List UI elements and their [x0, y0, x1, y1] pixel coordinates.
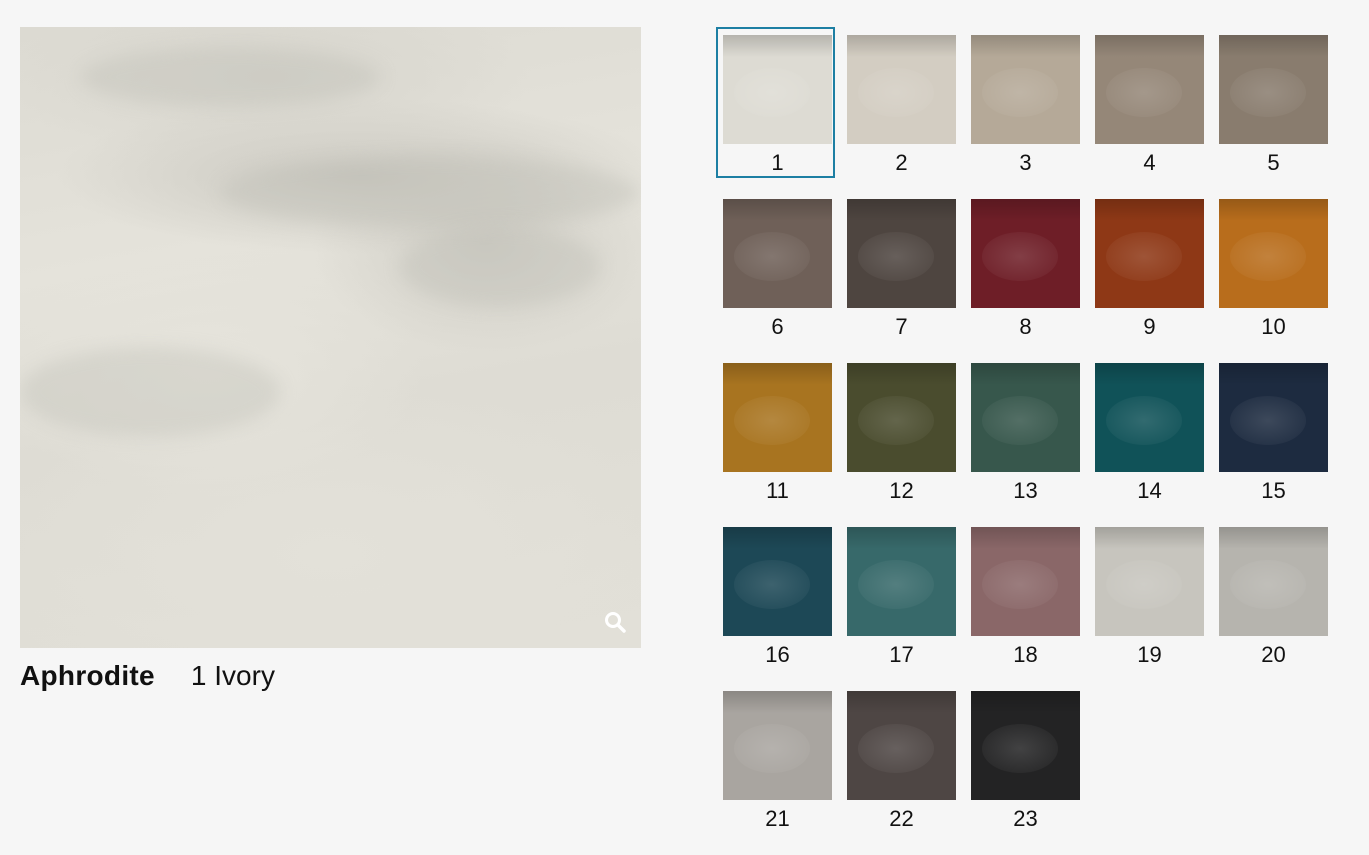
swatch-chip [1219, 199, 1328, 308]
color-swatch[interactable]: 11 [723, 363, 832, 527]
color-swatch[interactable]: 22 [847, 691, 956, 855]
swatch-chip [1095, 527, 1204, 636]
swatch-number: 6 [771, 314, 784, 339]
swatch-number: 7 [895, 314, 908, 339]
color-swatch[interactable]: 6 [723, 199, 832, 363]
color-swatch[interactable]: 15 [1219, 363, 1328, 527]
fabric-fold [80, 47, 380, 107]
color-swatch[interactable]: 21 [723, 691, 832, 855]
swatch-number: 18 [1013, 642, 1038, 667]
color-swatch[interactable]: 8 [971, 199, 1080, 363]
swatch-chip [971, 35, 1080, 144]
main-fabric-image[interactable] [20, 27, 641, 648]
swatch-chip [971, 527, 1080, 636]
swatch-chip [971, 691, 1080, 800]
swatch-chip [723, 363, 832, 472]
product-name: Aphrodite [20, 660, 155, 691]
swatch-number: 17 [889, 642, 914, 667]
swatch-number: 2 [895, 150, 908, 175]
swatch-chip [1219, 363, 1328, 472]
swatch-chip [847, 35, 956, 144]
swatch-chip [847, 691, 956, 800]
swatch-number: 20 [1261, 642, 1286, 667]
swatch-number: 3 [1019, 150, 1032, 175]
swatch-chip [723, 527, 832, 636]
swatch-number: 23 [1013, 806, 1038, 831]
swatch-chip [723, 691, 832, 800]
fabric-fold [220, 157, 640, 227]
color-swatch[interactable]: 9 [1095, 199, 1204, 363]
swatch-number: 10 [1261, 314, 1286, 339]
swatch-chip [971, 363, 1080, 472]
color-swatch[interactable]: 13 [971, 363, 1080, 527]
swatch-number: 19 [1137, 642, 1162, 667]
swatch-chip [723, 199, 832, 308]
color-swatch[interactable]: 7 [847, 199, 956, 363]
swatch-chip [1219, 527, 1328, 636]
color-swatch[interactable]: 1 [716, 27, 835, 199]
swatch-number: 14 [1137, 478, 1162, 503]
swatch-number: 13 [1013, 478, 1038, 503]
color-swatch[interactable]: 12 [847, 363, 956, 527]
swatch-chip [1095, 363, 1204, 472]
zoom-search-icon[interactable] [603, 610, 627, 634]
swatch-chip [1095, 199, 1204, 308]
fabric-fold [400, 227, 600, 307]
color-swatch[interactable]: 5 [1219, 35, 1328, 199]
swatch-number: 12 [889, 478, 914, 503]
color-swatch[interactable]: 3 [971, 35, 1080, 199]
color-swatch[interactable]: 19 [1095, 527, 1204, 691]
fabric-fold [20, 347, 280, 437]
swatch-chip [971, 199, 1080, 308]
swatch-chip [847, 527, 956, 636]
swatch-chip [1219, 35, 1328, 144]
swatch-number: 15 [1261, 478, 1286, 503]
color-swatch[interactable]: 18 [971, 527, 1080, 691]
swatch-number: 1 [771, 150, 784, 175]
swatch-number: 9 [1143, 314, 1156, 339]
color-swatch[interactable]: 4 [1095, 35, 1204, 199]
color-swatch[interactable]: 16 [723, 527, 832, 691]
swatch-chip [847, 363, 956, 472]
swatch-number: 11 [766, 478, 789, 503]
color-swatch[interactable]: 17 [847, 527, 956, 691]
swatch-chip [723, 35, 832, 144]
color-swatch[interactable]: 2 [847, 35, 956, 199]
color-swatch-grid: 1 2 3 4 5 6 7 8 9 10 11 12 13 14 15 16 17 18 19 20 21 22 23 [716, 27, 1328, 855]
swatch-number: 8 [1019, 314, 1032, 339]
swatch-chip [847, 199, 956, 308]
swatch-number: 5 [1267, 150, 1280, 175]
selected-variant-label: 1 Ivory [190, 660, 275, 691]
color-swatch[interactable]: 23 [971, 691, 1080, 855]
swatch-number: 21 [765, 806, 790, 831]
swatch-chip [1095, 35, 1204, 144]
color-swatch[interactable]: 14 [1095, 363, 1204, 527]
product-caption: Aphrodite 1 Ivory [20, 660, 275, 696]
color-swatch[interactable]: 10 [1219, 199, 1328, 363]
color-swatch[interactable]: 20 [1219, 527, 1328, 691]
swatch-number: 16 [765, 642, 790, 667]
swatch-number: 4 [1143, 150, 1156, 175]
swatch-number: 22 [889, 806, 914, 831]
